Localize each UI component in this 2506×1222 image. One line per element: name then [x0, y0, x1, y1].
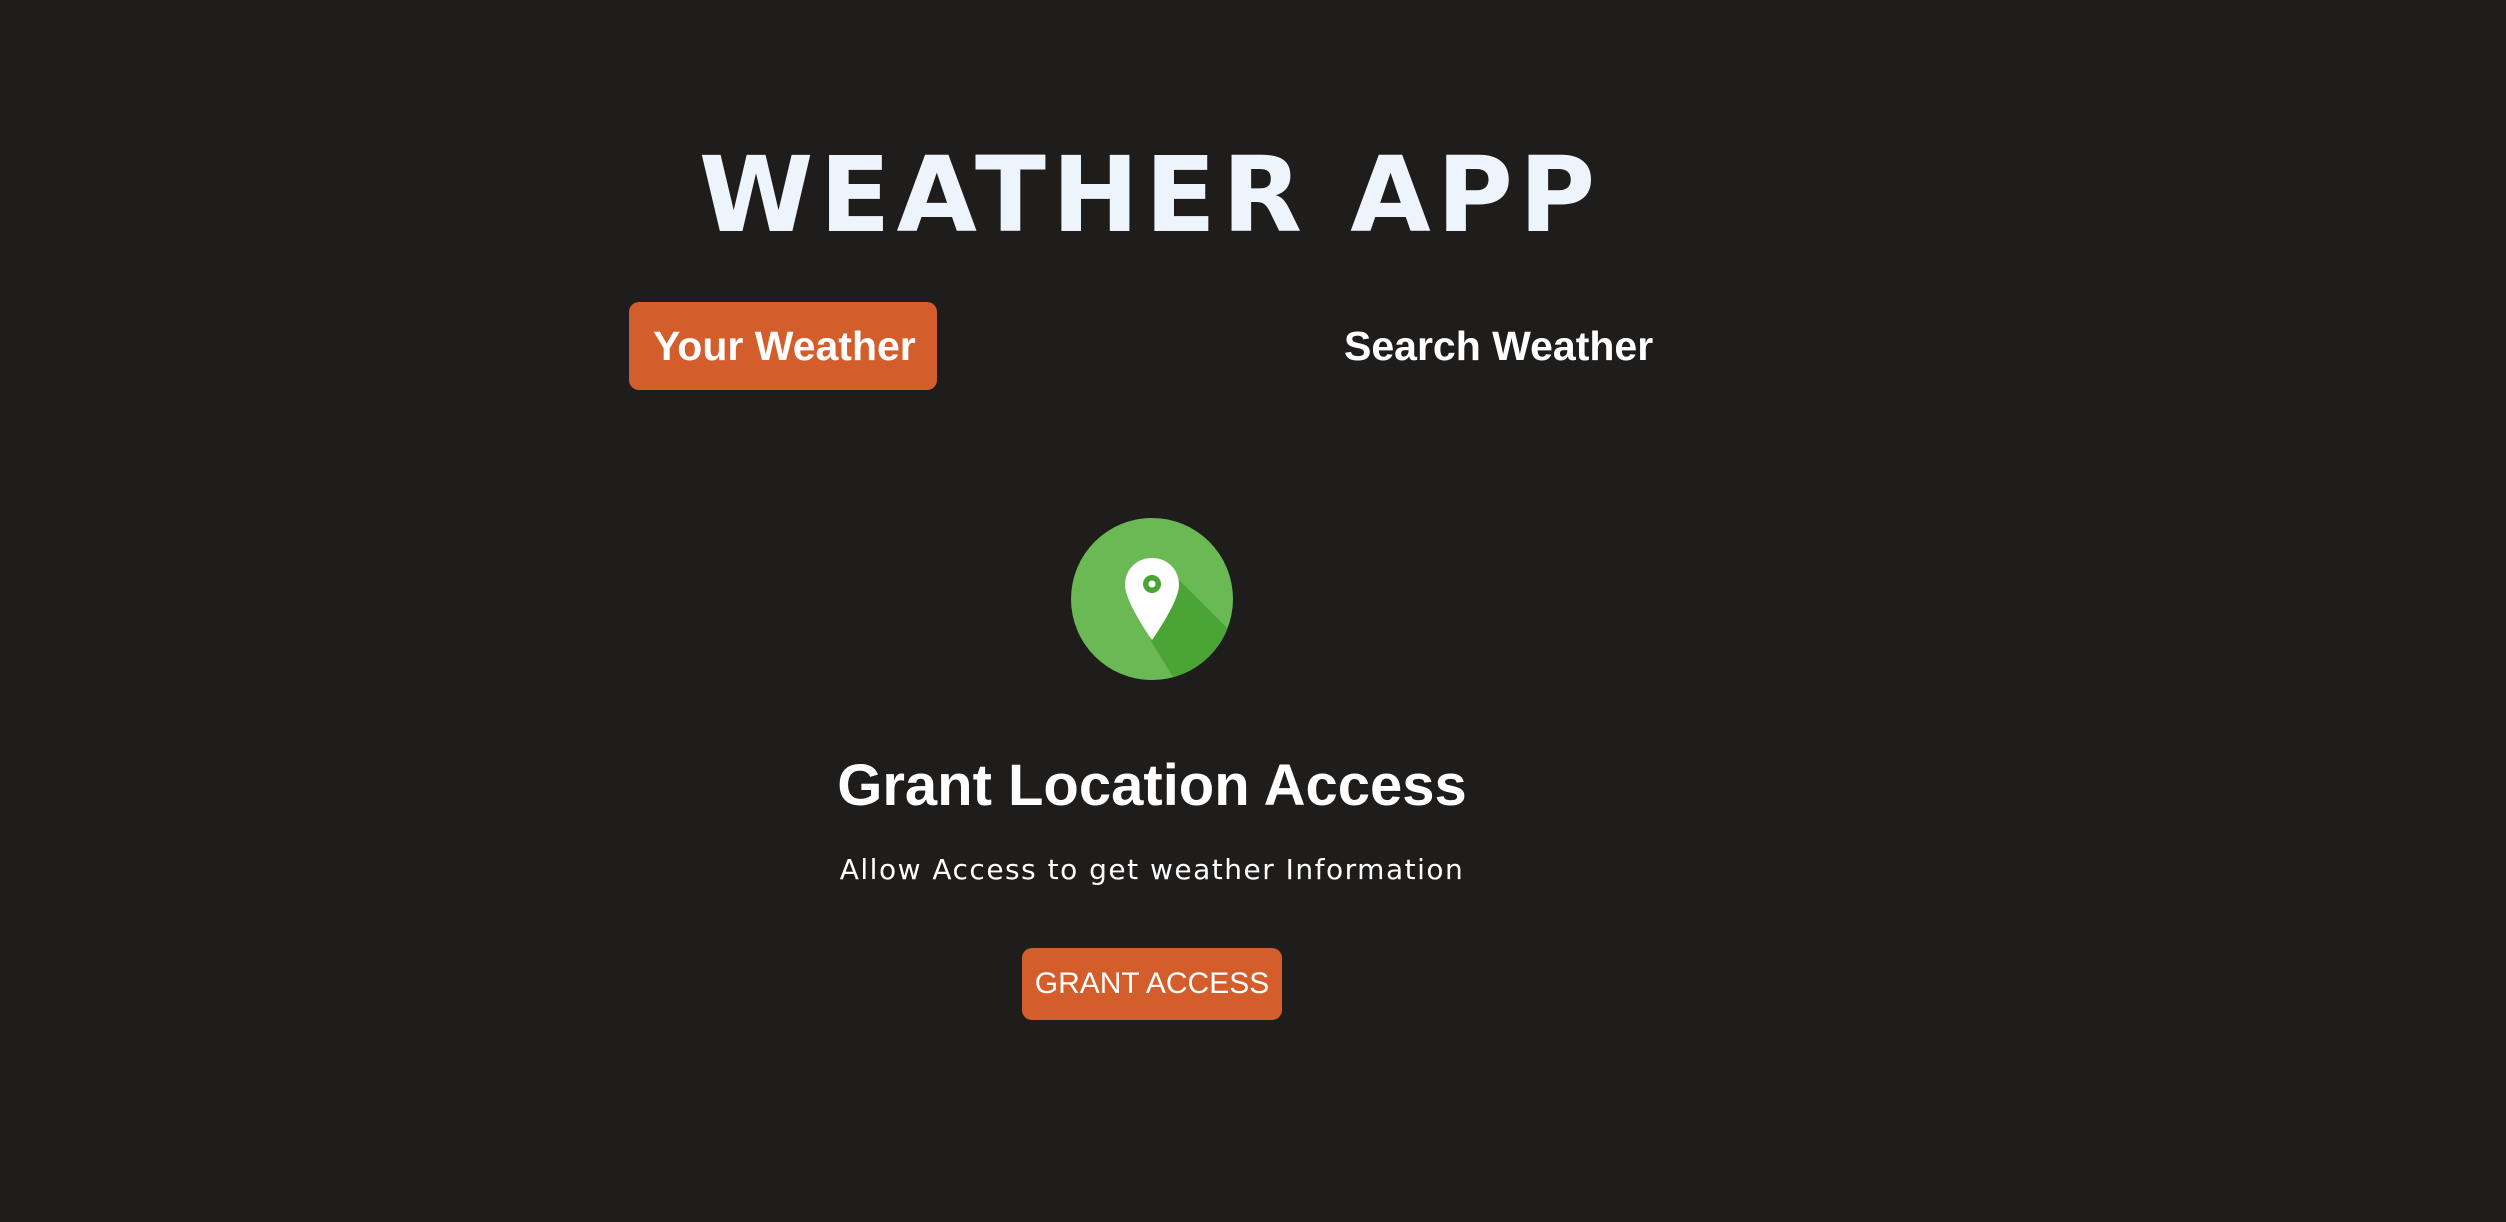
grant-access-button[interactable]: GRANT ACCESS [1022, 948, 1282, 1020]
tab-your-weather[interactable]: Your Weather [629, 302, 937, 390]
location-pin-icon [1071, 518, 1233, 680]
app-title: WEATHER APP [698, 134, 1602, 256]
tab-search-weather[interactable]: Search Weather [1320, 302, 1677, 390]
grant-subtext: Allow Access to get weather Information [839, 853, 1465, 886]
grant-heading: Grant Location Access [837, 753, 1467, 818]
